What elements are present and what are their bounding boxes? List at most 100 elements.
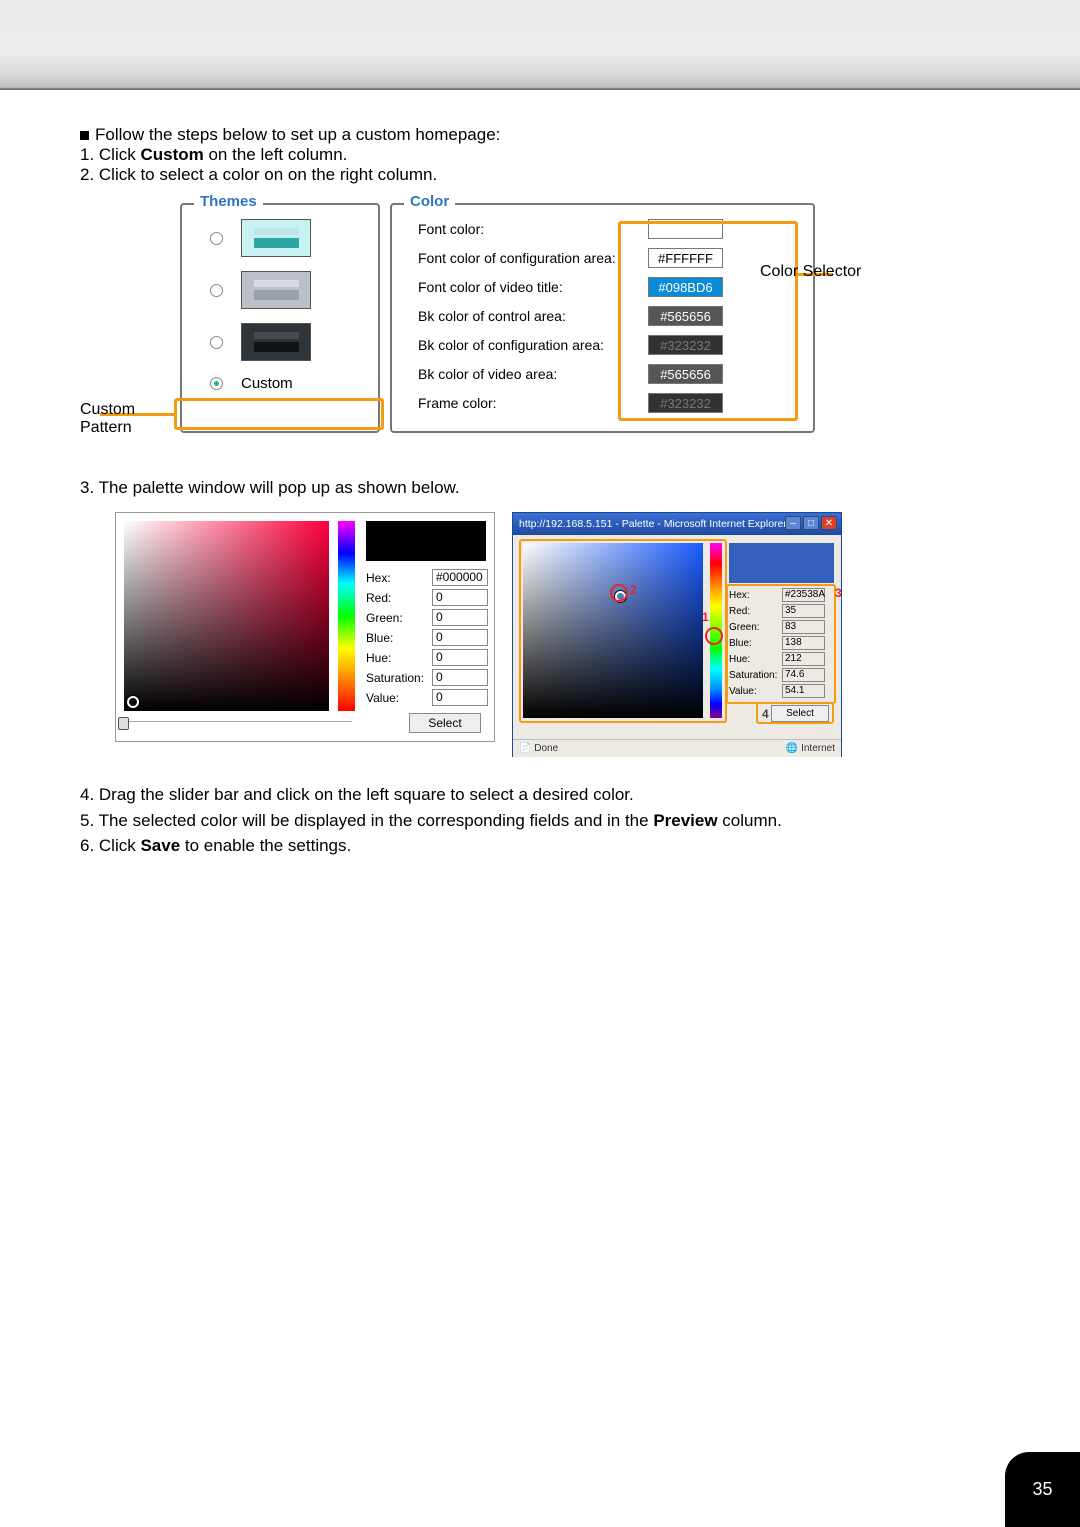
theme-option-cyan[interactable] (210, 219, 378, 257)
step5: 5. The selected color will be displayed … (80, 808, 1000, 834)
theme-option-custom[interactable]: Custom (210, 375, 378, 392)
hex-row: Hex:#23538A (729, 588, 825, 602)
themes-fieldset: Themes Custom (180, 203, 380, 433)
figure-themes-color: Themes Custom Color Font color:Font colo… (80, 203, 1000, 448)
slider-track[interactable] (124, 721, 352, 725)
slider-knob-icon[interactable] (118, 717, 129, 730)
maximize-icon[interactable]: □ (803, 516, 819, 530)
color-value[interactable]: #098BD6 (648, 277, 723, 297)
green-row: Green:83 (729, 620, 825, 634)
red-row: Red:35 (729, 604, 825, 618)
red-input[interactable]: 0 (432, 589, 488, 606)
radio-icon[interactable] (210, 284, 223, 297)
color-value[interactable]: #323232 (648, 393, 723, 413)
hue-bar[interactable] (338, 521, 355, 711)
color-gradient-box[interactable] (523, 543, 703, 718)
color-value[interactable]: #FFFFFF (648, 248, 723, 268)
picker-ring-icon (127, 696, 139, 708)
val-input[interactable]: 0 (432, 689, 488, 706)
color-fieldset: Color Font color:Font color of configura… (390, 203, 815, 433)
marker-number: 4 (762, 707, 769, 721)
theme-swatch (241, 323, 311, 361)
status-bar: 📄 Done 🌐 Internet (513, 739, 841, 757)
window-titlebar: http://192.168.5.151 - Palette - Microso… (513, 513, 841, 535)
green-input[interactable]: 0 (432, 609, 488, 626)
step1: 1. Click Custom on the left column. (80, 145, 347, 164)
hue-bar[interactable] (710, 543, 722, 718)
custom-label: Custom (241, 375, 293, 392)
val-input[interactable]: 54.1 (782, 684, 825, 698)
hue-row: Hue:0 (366, 649, 488, 666)
themes-legend: Themes (194, 193, 263, 210)
hue-row: Hue:212 (729, 652, 825, 666)
sat-row: Saturation:74.6 (729, 668, 825, 682)
radio-icon[interactable] (210, 336, 223, 349)
bullet-text: Follow the steps below to set up a custo… (95, 125, 500, 144)
hex-row: Hex:#000000 (366, 569, 488, 586)
theme-option-dark[interactable] (210, 323, 378, 361)
color-row: Bk color of video area:#565656 (418, 364, 801, 384)
figure-palettes: Hex:#000000 Red:0 Green:0 Blue:0 Hue:0 S… (115, 512, 1000, 762)
bullet-icon (80, 131, 89, 140)
close-icon[interactable]: ✕ (821, 516, 837, 530)
color-label: Bk color of configuration area: (418, 337, 648, 353)
callout-text-custom: Custom Pattern (80, 401, 170, 437)
blue-row: Blue:138 (729, 636, 825, 650)
blue-row: Blue:0 (366, 629, 488, 646)
sat-input[interactable]: 74.6 (782, 668, 825, 682)
theme-option-grey[interactable] (210, 271, 378, 309)
select-button[interactable]: Select (771, 705, 829, 722)
status-done: 📄 Done (519, 743, 558, 754)
sat-row: Saturation:0 (366, 669, 488, 686)
red-input[interactable]: 35 (782, 604, 825, 618)
step2: 2. Click to select a color on on the rig… (80, 165, 437, 184)
intro-block: Follow the steps below to set up a custo… (80, 125, 1000, 185)
radio-icon[interactable] (210, 377, 223, 390)
page-number: 35 (1005, 1452, 1080, 1527)
color-row: Font color: (418, 219, 801, 239)
color-row: Font color of configuration area:#FFFFFF (418, 248, 801, 268)
palette-window-b: http://192.168.5.151 - Palette - Microso… (512, 512, 842, 757)
color-label: Font color: (418, 221, 648, 237)
val-row: Value:54.1 (729, 684, 825, 698)
theme-swatch (241, 219, 311, 257)
color-legend: Color (404, 193, 455, 210)
color-label: Bk color of video area: (418, 366, 648, 382)
blue-input[interactable]: 0 (432, 629, 488, 646)
window-buttons: – □ ✕ (785, 516, 837, 530)
val-row: Value:0 (366, 689, 488, 706)
sat-input[interactable]: 0 (432, 669, 488, 686)
marker-number: 1 (702, 610, 709, 624)
page-header-band (0, 0, 1080, 90)
theme-swatch (241, 271, 311, 309)
green-input[interactable]: 83 (782, 620, 825, 634)
step4: 4. Drag the slider bar and click on the … (80, 782, 1000, 808)
step6: 6. Click Save to enable the settings. (80, 833, 1000, 859)
hex-input[interactable]: #23538A (782, 588, 825, 602)
step3: 3. The palette window will pop up as sho… (80, 478, 1000, 498)
hue-input[interactable]: 0 (432, 649, 488, 666)
status-internet: 🌐 Internet (786, 743, 835, 754)
hue-input[interactable]: 212 (782, 652, 825, 666)
minimize-icon[interactable]: – (785, 516, 801, 530)
color-value[interactable]: #565656 (648, 306, 723, 326)
color-value[interactable]: #565656 (648, 364, 723, 384)
color-label: Frame color: (418, 395, 648, 411)
window-title: http://192.168.5.151 - Palette - Microso… (519, 518, 787, 530)
color-preview (729, 543, 834, 583)
select-button[interactable]: Select (409, 713, 481, 733)
marker-number: 3 (835, 586, 842, 600)
green-row: Green:0 (366, 609, 488, 626)
blue-input[interactable]: 138 (782, 636, 825, 650)
color-preview (366, 521, 486, 561)
color-value[interactable] (648, 219, 723, 239)
hex-input[interactable]: #000000 (432, 569, 488, 586)
color-label: Bk color of control area: (418, 308, 648, 324)
marker-number: 2 (630, 583, 637, 597)
palette-window-a: Hex:#000000 Red:0 Green:0 Blue:0 Hue:0 S… (115, 512, 495, 742)
color-value[interactable]: #323232 (648, 335, 723, 355)
color-gradient-box[interactable] (124, 521, 329, 711)
color-row: Frame color:#323232 (418, 393, 801, 413)
color-row: Font color of video title:#098BD6 (418, 277, 801, 297)
radio-icon[interactable] (210, 232, 223, 245)
